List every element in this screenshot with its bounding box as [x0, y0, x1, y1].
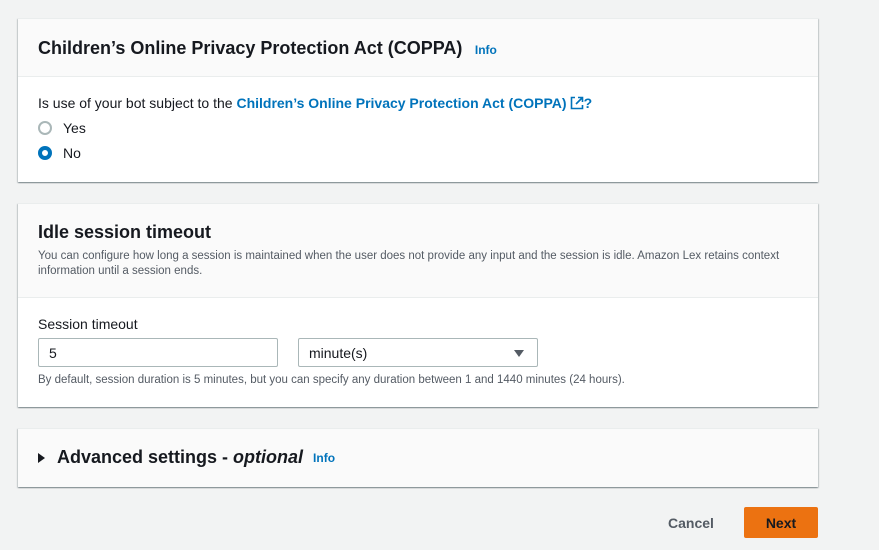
advanced-settings-title: Advanced settings - optional	[57, 447, 304, 467]
coppa-question: Is use of your bot subject to the Childr…	[38, 95, 592, 113]
caret-down-icon	[514, 350, 524, 357]
external-link-icon	[570, 96, 584, 113]
coppa-info-link[interactable]: Info	[475, 43, 497, 57]
coppa-panel: Children’s Online Privacy Protection Act…	[18, 18, 818, 182]
caret-right-icon	[38, 452, 45, 463]
coppa-external-link[interactable]: Children’s Online Privacy Protection Act…	[236, 95, 592, 111]
advanced-info-link[interactable]: Info	[313, 451, 335, 465]
timeout-unit-select[interactable]: minute(s)	[298, 338, 538, 367]
timeout-unit-value: minute(s)	[309, 345, 368, 361]
idle-session-panel: Idle session timeout You can configure h…	[18, 203, 818, 407]
advanced-settings-expander[interactable]: Advanced settings - optional Info	[38, 447, 335, 468]
idle-session-title: Idle session timeout	[38, 222, 212, 242]
coppa-option-yes-label: Yes	[63, 120, 86, 136]
advanced-settings-panel: Advanced settings - optional Info	[18, 428, 818, 487]
session-timeout-hint: By default, session duration is 5 minute…	[38, 374, 625, 386]
session-timeout-label: Session timeout	[38, 316, 138, 332]
radio-unchecked-icon[interactable]	[38, 121, 52, 135]
coppa-header: Children’s Online Privacy Protection Act…	[18, 19, 818, 77]
coppa-option-no[interactable]: No	[38, 145, 81, 161]
idle-session-description: You can configure how long a session is …	[38, 250, 780, 277]
cancel-button[interactable]: Cancel	[652, 508, 730, 538]
coppa-title: Children’s Online Privacy Protection Act…	[38, 38, 463, 58]
coppa-option-no-label: No	[63, 145, 81, 161]
coppa-question-text: Is use of your bot subject to the	[38, 95, 237, 111]
radio-checked-icon[interactable]	[38, 146, 52, 160]
session-timeout-input[interactable]	[38, 338, 278, 367]
next-button[interactable]: Next	[744, 507, 818, 538]
coppa-option-yes[interactable]: Yes	[38, 120, 86, 136]
idle-session-header: Idle session timeout You can configure h…	[18, 204, 818, 298]
